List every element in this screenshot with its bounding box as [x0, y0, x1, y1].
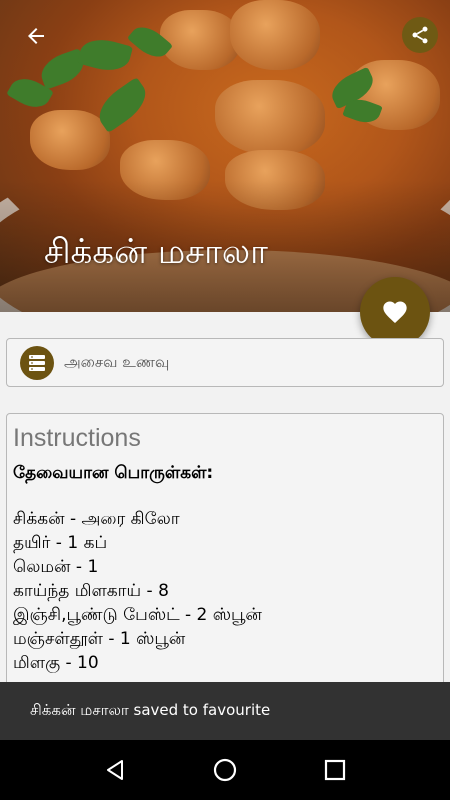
- nav-back-button[interactable]: [95, 750, 135, 790]
- arrow-back-icon: [28, 28, 44, 44]
- category-card[interactable]: அசைவ உணவு: [6, 338, 444, 387]
- recipe-hero-image: சிக்கன் மசாலா: [0, 0, 450, 312]
- ingredient-item: மிளகு - 10: [13, 653, 99, 673]
- instructions-heading: Instructions: [13, 424, 141, 452]
- category-icon-badge: [20, 345, 54, 380]
- square-recents-icon: [324, 759, 346, 781]
- recipe-title: சிக்கன் மசாலா: [44, 232, 268, 272]
- ingredient-item: தயிர் - 1 கப்: [13, 533, 108, 553]
- circle-home-icon: [213, 758, 237, 782]
- triangle-back-icon: [107, 760, 123, 780]
- back-button[interactable]: [18, 18, 54, 54]
- coriander-leaf: [76, 34, 134, 76]
- curry-piece: [30, 110, 110, 170]
- curry-piece: [215, 80, 325, 155]
- category-label: அசைவ உணவு: [64, 352, 170, 371]
- favourite-button[interactable]: [360, 277, 430, 347]
- list-icon: [29, 354, 45, 371]
- share-button[interactable]: [402, 17, 438, 53]
- heart-icon: [383, 301, 407, 323]
- ingredient-item: சிக்கன் - அரை கிலோ: [13, 509, 180, 529]
- snackbar-message: சிக்கன் மசாலா saved to favourite: [30, 701, 271, 719]
- curry-piece: [160, 10, 240, 70]
- ingredient-list: சிக்கன் - அரை கிலோ தயிர் - 1 கப் லெமன் -…: [13, 507, 437, 675]
- snackbar: சிக்கன் மசாலா saved to favourite: [0, 682, 450, 740]
- share-icon: [412, 26, 428, 44]
- ingredient-item: இஞ்சி,பூண்டு பேஸ்ட் - 2 ஸ்பூன்: [13, 605, 262, 625]
- nav-home-button[interactable]: [205, 750, 245, 790]
- ingredient-item: லெமன் - 1: [13, 557, 99, 577]
- nav-recents-button[interactable]: [315, 750, 355, 790]
- ingredient-item: காய்ந்த மிளகாய் - 8: [13, 581, 169, 601]
- system-navigation-bar: [0, 740, 450, 800]
- curry-piece: [230, 0, 320, 70]
- recipe-detail-screen: சிக்கன் மசாலா அசைவ உணவு Instructions தேவ…: [0, 0, 450, 800]
- ingredient-item: மஞ்சள்தூள் - 1 ஸ்பூன்: [13, 629, 186, 649]
- ingredients-heading: தேவையான பொருள்கள்:: [13, 463, 214, 483]
- instructions-card: Instructions தேவையான பொருள்கள்: சிக்கன் …: [6, 413, 444, 713]
